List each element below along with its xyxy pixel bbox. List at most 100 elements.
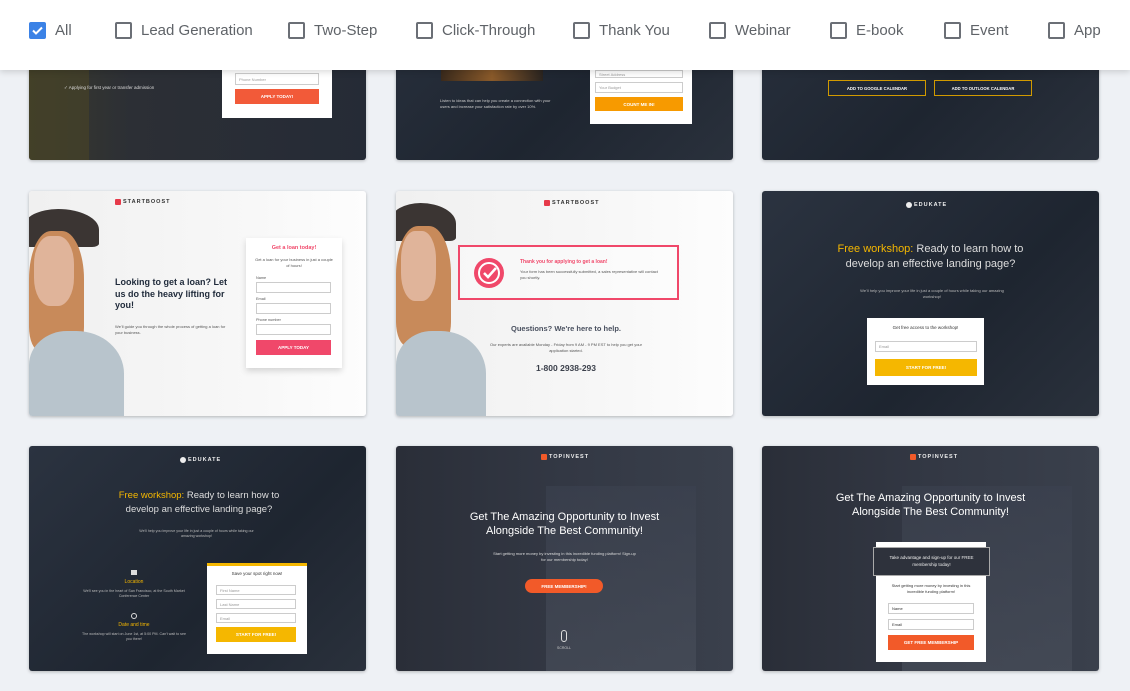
count-me-in-button[interactable]: COUNT ME IN! bbox=[595, 97, 683, 111]
filter-label: Two-Step bbox=[314, 21, 378, 39]
subtext: We'll help you improve your life in just… bbox=[139, 529, 254, 539]
chat-icon bbox=[131, 570, 137, 575]
filter-bar: All Lead Generation Two-Step Click-Throu… bbox=[0, 0, 1130, 70]
filter-label: Click-Through bbox=[442, 21, 536, 39]
template-card[interactable]: TOPINVEST Get The Amazing Opportunity to… bbox=[762, 446, 1099, 671]
promo-box: Take advantage and sign-up for our FREE … bbox=[873, 547, 990, 576]
woman-photo bbox=[29, 191, 129, 416]
filter-app[interactable]: App bbox=[1048, 21, 1101, 39]
location-title: Location bbox=[124, 579, 144, 585]
logo-icon bbox=[541, 454, 547, 460]
headline: Get The Amazing Opportunity to Invest Al… bbox=[835, 492, 1026, 519]
checkbox-checked-icon[interactable] bbox=[29, 21, 46, 39]
template-card[interactable]: EDUKATE Free workshop: Ready to learn ho… bbox=[29, 446, 366, 671]
filter-all[interactable]: All bbox=[29, 21, 72, 39]
logo-icon bbox=[544, 200, 550, 206]
headline: Free workshop: Ready to learn how to dev… bbox=[822, 242, 1039, 273]
filter-label: App bbox=[1074, 21, 1101, 39]
edukate-logo: EDUKATE bbox=[906, 202, 947, 208]
thanks-title: Thank you for applying to get a loan! bbox=[520, 259, 608, 265]
filter-thank-you[interactable]: Thank You bbox=[573, 21, 670, 39]
promo-text: Take advantage and sign-up for our FREE … bbox=[889, 554, 974, 567]
filter-event[interactable]: Event bbox=[944, 21, 1008, 39]
checkbox[interactable] bbox=[830, 21, 847, 39]
form-box: Get free access to the workshop! Email S… bbox=[867, 318, 984, 385]
start-free-button[interactable]: START FOR FREE! bbox=[875, 359, 977, 376]
check-text: ✓ Applying for first year or transfer ad… bbox=[64, 85, 155, 90]
name-input[interactable] bbox=[256, 282, 331, 293]
logo-icon bbox=[910, 454, 916, 460]
form-title: Get a loan today! bbox=[271, 245, 317, 251]
scroll-label: SCROLL bbox=[556, 646, 571, 650]
filter-ebook[interactable]: E-book bbox=[830, 21, 904, 39]
filter-label: Webinar bbox=[735, 21, 791, 39]
edukate-logo: EDUKATE bbox=[180, 457, 221, 463]
experts-text: Our experts are available Monday - Frida… bbox=[490, 342, 642, 353]
apply-button[interactable]: APPLY TODAY! bbox=[235, 89, 319, 104]
checkbox[interactable] bbox=[1048, 21, 1065, 39]
filter-label: All bbox=[55, 21, 72, 39]
checkbox[interactable] bbox=[115, 21, 132, 39]
template-card[interactable]: TOPINVEST Get The Amazing Opportunity to… bbox=[396, 446, 733, 671]
filter-two-step[interactable]: Two-Step bbox=[288, 21, 377, 39]
filter-label: Event bbox=[970, 21, 1009, 39]
filter-label: E-book bbox=[856, 21, 904, 39]
logo-text: EDUKATE bbox=[914, 202, 948, 208]
checkbox[interactable] bbox=[573, 21, 590, 39]
logo-text: EDUKATE bbox=[188, 457, 222, 463]
check-circle-icon bbox=[474, 258, 504, 288]
filter-label: Thank You bbox=[599, 21, 670, 39]
clock-icon bbox=[131, 613, 137, 619]
outlook-calendar-button[interactable]: ADD TO OUTLOOK CALENDAR bbox=[934, 80, 1032, 96]
get-membership-button[interactable]: GET FREE MEMBERSHIP bbox=[888, 635, 974, 650]
location-text: We'll see you in the heart of San Franci… bbox=[83, 589, 185, 599]
last-name-input[interactable]: Last Name bbox=[216, 599, 296, 609]
thanks-text: Your form has been successfully submitte… bbox=[520, 269, 658, 280]
phone-label: Phone number bbox=[256, 318, 281, 322]
google-calendar-button[interactable]: ADD TO GOOGLE CALENDAR bbox=[828, 80, 926, 96]
headline: Free workshop: Ready to learn how to dev… bbox=[109, 489, 289, 517]
checkbox[interactable] bbox=[709, 21, 726, 39]
form-title: Save your spot right now! bbox=[231, 571, 283, 576]
logo-icon bbox=[906, 202, 912, 208]
form-title: Get free access to the workshop! bbox=[892, 325, 959, 330]
headline-highlight: Free workshop: bbox=[118, 490, 185, 501]
filter-click-through[interactable]: Click-Through bbox=[416, 21, 535, 39]
email-input[interactable] bbox=[256, 303, 331, 314]
apply-today-button[interactable]: APPLY TODAY bbox=[256, 340, 331, 355]
woman-photo bbox=[396, 191, 496, 416]
first-name-input[interactable]: First Name bbox=[216, 585, 296, 595]
topinvest-logo: TOPINVEST bbox=[910, 454, 958, 460]
logo-icon bbox=[115, 199, 121, 205]
filter-webinar[interactable]: Webinar bbox=[709, 21, 791, 39]
body-text: Listen to ideas that can help you create… bbox=[440, 98, 551, 109]
template-card[interactable]: EDUKATE Free workshop: Ready to learn ho… bbox=[762, 191, 1099, 416]
filter-lead-generation[interactable]: Lead Generation bbox=[115, 21, 253, 39]
mouse-scroll-icon bbox=[561, 630, 567, 642]
email-label: Email bbox=[256, 297, 266, 301]
phone-input[interactable] bbox=[256, 324, 331, 335]
free-membership-button[interactable]: FREE MEMBERSHIP! bbox=[525, 579, 603, 593]
checkbox[interactable] bbox=[944, 21, 961, 39]
email-input[interactable]: Email bbox=[888, 619, 974, 630]
template-card[interactable]: STARTBOOST Looking to get a loan? Let us… bbox=[29, 191, 366, 416]
subtext: We'll guide you through the whole proces… bbox=[115, 324, 226, 335]
checkbox[interactable] bbox=[416, 21, 433, 39]
logo-text: STARTBOOST bbox=[552, 200, 600, 206]
address-input[interactable]: Street Address bbox=[595, 70, 683, 78]
date-text: The workshop will start on June 1st, at … bbox=[82, 632, 186, 642]
form-box: Save your spot right now! First Name Las… bbox=[207, 563, 307, 654]
start-free-button[interactable]: START FOR FREE! bbox=[216, 627, 296, 642]
topinvest-logo: TOPINVEST bbox=[541, 454, 589, 460]
phone-input[interactable]: Phone Number bbox=[235, 73, 319, 85]
headline: Get The Amazing Opportunity to Invest Al… bbox=[469, 511, 660, 538]
email-input[interactable]: Email bbox=[875, 341, 977, 352]
budget-select[interactable]: Your Budget bbox=[595, 82, 683, 93]
name-input[interactable]: Name bbox=[888, 603, 974, 614]
startboost-logo: STARTBOOST bbox=[544, 200, 599, 206]
checkbox[interactable] bbox=[288, 21, 305, 39]
template-card[interactable]: STARTBOOST Thank you for applying to get… bbox=[396, 191, 733, 416]
logo-icon bbox=[180, 457, 186, 463]
logo-text: TOPINVEST bbox=[549, 454, 590, 460]
email-input[interactable]: Email bbox=[216, 613, 296, 623]
